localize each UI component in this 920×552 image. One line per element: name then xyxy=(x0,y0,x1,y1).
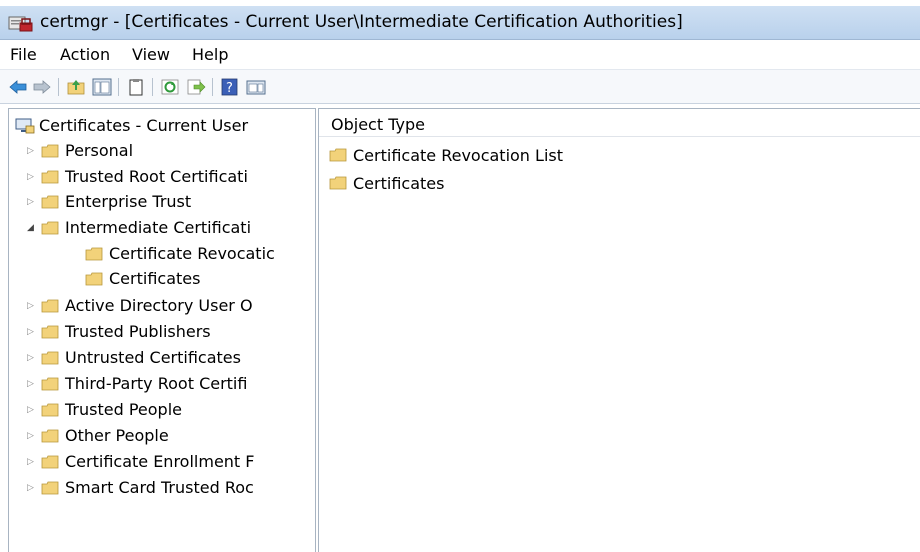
tree-item-label: Trusted People xyxy=(65,400,182,419)
toolbar-separator xyxy=(58,78,59,96)
expand-arrow-icon[interactable]: ▷ xyxy=(27,405,34,415)
tree-item-label: Smart Card Trusted Roc xyxy=(65,478,254,497)
folder-icon xyxy=(329,148,347,162)
show-hide-action-pane-icon[interactable] xyxy=(246,78,266,96)
tree-item-label: Trusted Root Certificati xyxy=(65,167,248,186)
tree-item-trusted-people[interactable]: ▷ Trusted People xyxy=(9,397,315,423)
expand-arrow-icon[interactable]: ▷ xyxy=(27,301,34,311)
tree-item-smart-card[interactable]: ▷ Smart Card Trusted Roc xyxy=(9,475,315,501)
title-bar: certmgr - [Certificates - Current User\I… xyxy=(0,6,920,40)
tree-item-label: Enterprise Trust xyxy=(65,192,192,211)
menu-bar: File Action View Help xyxy=(0,40,920,70)
refresh-icon[interactable] xyxy=(160,78,180,96)
folder-icon xyxy=(85,247,103,261)
svg-text:?: ? xyxy=(226,81,233,96)
computer-certificates-icon xyxy=(15,118,35,134)
help-icon[interactable]: ? xyxy=(220,78,240,96)
toolbar-separator xyxy=(118,78,119,96)
tree-item-label: Intermediate Certificati xyxy=(65,218,252,237)
results-pane[interactable]: Object Type Certificate Revocation List … xyxy=(318,108,920,552)
tree-item-enterprise-trust[interactable]: ▷ Enterprise Trust xyxy=(9,189,315,215)
expand-arrow-icon[interactable]: ▷ xyxy=(27,172,34,182)
folder-icon xyxy=(41,325,59,339)
forward-icon[interactable] xyxy=(32,78,52,96)
tree-item-untrusted[interactable]: ▷ Untrusted Certificates xyxy=(9,345,315,371)
tree-item-label: Other People xyxy=(65,426,169,445)
folder-icon xyxy=(329,176,347,190)
back-icon[interactable] xyxy=(8,78,28,96)
folder-icon xyxy=(41,144,59,158)
list-item-label: Certificate Revocation List xyxy=(353,146,563,165)
show-hide-console-tree-icon[interactable] xyxy=(92,78,112,96)
folder-icon xyxy=(41,403,59,417)
column-header-label: Object Type xyxy=(331,115,425,134)
tree-item-label: Certificates xyxy=(109,269,201,288)
menu-action[interactable]: Action xyxy=(60,45,110,64)
expand-arrow-icon[interactable]: ▷ xyxy=(27,457,34,467)
expand-arrow-icon[interactable]: ▷ xyxy=(27,353,34,363)
tree-item-label: Certificate Revocatic xyxy=(109,244,275,263)
toolbar-separator xyxy=(152,78,153,96)
expand-arrow-icon[interactable]: ▷ xyxy=(27,379,34,389)
folder-icon xyxy=(41,351,59,365)
folder-icon xyxy=(41,195,59,209)
folder-icon xyxy=(41,377,59,391)
collapse-arrow-icon[interactable]: ◢ xyxy=(27,223,34,233)
list-item-label: Certificates xyxy=(353,174,445,193)
tree-item-crl[interactable]: Certificate Revocatic xyxy=(9,241,315,267)
window-title: certmgr - [Certificates - Current User\I… xyxy=(40,12,683,32)
tree-item-label: Trusted Publishers xyxy=(65,322,211,341)
expand-arrow-icon[interactable]: ▷ xyxy=(27,197,34,207)
folder-icon xyxy=(41,170,59,184)
folder-icon xyxy=(85,272,103,286)
tree-item-third-party-root[interactable]: ▷ Third-Party Root Certifi xyxy=(9,371,315,397)
folder-icon xyxy=(41,429,59,443)
toolbar-separator xyxy=(212,78,213,96)
menu-file[interactable]: File xyxy=(10,45,37,64)
tree-root[interactable]: Certificates - Current User xyxy=(9,113,315,139)
folder-icon xyxy=(41,221,59,235)
tree-item-label: Untrusted Certificates xyxy=(65,348,241,367)
folder-icon xyxy=(41,299,59,313)
tree-item-intermediate[interactable]: ◢ Intermediate Certificati xyxy=(9,215,315,241)
expand-arrow-icon[interactable]: ▷ xyxy=(27,483,34,493)
tree-item-trusted-publishers[interactable]: ▷ Trusted Publishers xyxy=(9,319,315,345)
tree-item-trusted-root[interactable]: ▷ Trusted Root Certificati xyxy=(9,164,315,190)
menu-view[interactable]: View xyxy=(132,45,170,64)
expand-arrow-icon[interactable]: ▷ xyxy=(27,327,34,337)
expand-arrow-icon[interactable]: ▷ xyxy=(27,431,34,441)
certmgr-app-icon xyxy=(8,16,33,32)
tree-item-active-directory[interactable]: ▷ Active Directory User O xyxy=(9,293,315,319)
up-folder-icon[interactable] xyxy=(66,78,86,96)
tree-item-personal[interactable]: ▷ Personal xyxy=(9,138,315,164)
export-list-icon[interactable] xyxy=(126,78,146,96)
tree-item-certificate-enrollment[interactable]: ▷ Certificate Enrollment F xyxy=(9,449,315,475)
tree-item-label: Personal xyxy=(65,141,134,160)
export-icon[interactable] xyxy=(186,78,206,96)
tree-item-certificates[interactable]: Certificates xyxy=(9,266,315,292)
tree-item-label: Certificate Enrollment F xyxy=(65,452,255,471)
tree-root-label: Certificates - Current User xyxy=(39,116,249,135)
tree-item-label: Active Directory User O xyxy=(65,296,253,315)
expand-arrow-icon[interactable]: ▷ xyxy=(27,146,34,156)
tree-item-other-people[interactable]: ▷ Other People xyxy=(9,423,315,449)
console-tree[interactable]: Certificates - Current User ▷ Personal ▷… xyxy=(8,108,316,552)
toolbar: ? xyxy=(0,70,920,104)
menu-help[interactable]: Help xyxy=(192,45,228,64)
folder-icon xyxy=(41,481,59,495)
column-header-object-type[interactable]: Object Type xyxy=(319,109,920,137)
tree-item-label: Third-Party Root Certifi xyxy=(65,374,248,393)
folder-icon xyxy=(41,455,59,469)
